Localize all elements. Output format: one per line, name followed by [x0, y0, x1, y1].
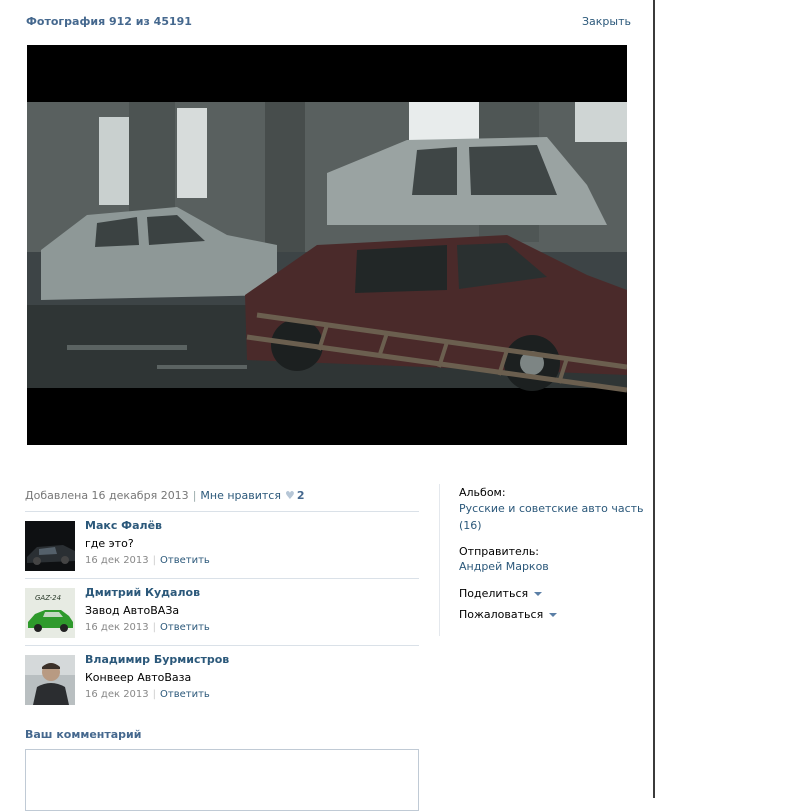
comment-text: где это?	[85, 537, 134, 550]
album-label: Альбом:	[459, 486, 506, 499]
sender-link[interactable]: Андрей Марков	[459, 560, 549, 573]
comment-item: Макс Фалёв где это? 16 дек 2013 | Ответить	[25, 519, 419, 581]
comment-footer: 16 дек 2013 | Ответить	[85, 622, 210, 633]
photo-counter-title: Фотография 912 из 45191	[26, 15, 192, 28]
report-menu[interactable]: Пожаловаться	[459, 608, 558, 621]
person-avatar-icon	[25, 655, 75, 705]
comment-item: Владимир Бурмистров Конвеер АвтоВаза 16 …	[25, 653, 419, 715]
comment-form-title: Ваш комментарий	[25, 728, 142, 741]
sender-label: Отправитель:	[459, 545, 540, 558]
added-date: Добавлена 16 декабря 2013	[25, 489, 189, 502]
photo-meta: Добавлена 16 декабря 2013 | Мне нравится ♥ 2	[25, 489, 305, 502]
avatar-badge-text: GAZ-24	[35, 594, 61, 602]
album-count-link[interactable]: (16)	[459, 519, 482, 532]
car-avatar-icon	[25, 521, 75, 571]
reply-link[interactable]: Ответить	[160, 622, 210, 633]
heart-icon[interactable]: ♥	[285, 489, 295, 502]
chevron-down-icon[interactable]	[549, 613, 558, 617]
comment-author[interactable]: Макс Фалёв	[85, 519, 162, 532]
comment-date: 16 дек 2013	[85, 622, 149, 633]
divider	[25, 578, 419, 579]
footer-separator: |	[152, 555, 157, 566]
window-edge	[653, 0, 655, 798]
divider	[25, 511, 419, 512]
comment-author[interactable]: Владимир Бурмистров	[85, 653, 229, 666]
meta-separator: |	[192, 489, 197, 502]
comment-text: Конвеер АвтоВаза	[85, 671, 192, 684]
avatar[interactable]	[25, 655, 75, 705]
footer-separator: |	[152, 689, 157, 700]
sidebar-divider	[439, 484, 440, 636]
comment-footer: 16 дек 2013 | Ответить	[85, 689, 210, 700]
like-count[interactable]: 2	[297, 489, 305, 502]
comment-author[interactable]: Дмитрий Кудалов	[85, 586, 200, 599]
comment-text: Завод АвтоВАЗа	[85, 604, 180, 617]
green-car-avatar-icon: GAZ-24	[25, 588, 75, 638]
avatar[interactable]	[25, 521, 75, 571]
comment-footer: 16 дек 2013 | Ответить	[85, 555, 210, 566]
close-link[interactable]: Закрыть	[582, 15, 631, 28]
share-menu[interactable]: Поделиться	[459, 587, 543, 600]
divider	[25, 645, 419, 646]
comment-input[interactable]	[25, 749, 419, 811]
chevron-down-icon[interactable]	[534, 592, 543, 596]
like-link[interactable]: Мне нравится	[200, 489, 281, 502]
reply-link[interactable]: Ответить	[160, 555, 210, 566]
comment-item: GAZ-24 Дмитрий Кудалов Завод АвтоВАЗа 16…	[25, 586, 419, 648]
avatar[interactable]: GAZ-24	[25, 588, 75, 638]
reply-link[interactable]: Ответить	[160, 689, 210, 700]
comment-date: 16 дек 2013	[85, 555, 149, 566]
report-label[interactable]: Пожаловаться	[459, 608, 543, 621]
footer-separator: |	[152, 622, 157, 633]
album-link[interactable]: Русские и советские авто часть	[459, 502, 644, 515]
share-label[interactable]: Поделиться	[459, 587, 528, 600]
comment-date: 16 дек 2013	[85, 689, 149, 700]
photo-viewer[interactable]	[27, 45, 627, 445]
photo-image	[27, 45, 627, 445]
